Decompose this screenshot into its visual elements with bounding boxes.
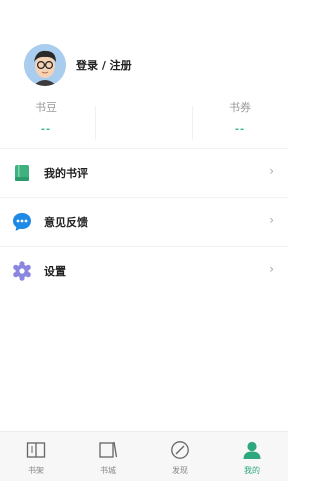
- bottom-tab-bar: 书架 书城 发现 我的: [0, 431, 288, 481]
- tab-bookstore[interactable]: 书城: [72, 432, 144, 481]
- compass-icon: [170, 440, 190, 460]
- chat-bubble-icon: [12, 212, 32, 232]
- book-icon: [12, 163, 32, 183]
- profile-header[interactable]: 登录 / 注册: [0, 36, 288, 94]
- tab-label: 书架: [28, 466, 44, 475]
- menu-item-label: 设置: [44, 265, 66, 278]
- avatar[interactable]: [24, 44, 66, 86]
- stat-book-beans[interactable]: 书豆 --: [6, 100, 86, 135]
- stat-label: 书券: [229, 101, 251, 114]
- chevron-right-icon: ›: [269, 213, 274, 227]
- gear-icon: [12, 261, 32, 281]
- tab-mine[interactable]: 我的: [216, 432, 288, 481]
- chevron-right-icon: ›: [269, 262, 274, 276]
- bookshelf-icon: [26, 440, 46, 460]
- menu-item-label: 我的书评: [44, 167, 88, 180]
- bookstore-icon: [98, 440, 118, 460]
- tab-discover[interactable]: 发现: [144, 432, 216, 481]
- user-icon: [242, 440, 262, 460]
- tab-bookshelf[interactable]: 书架: [0, 432, 72, 481]
- tab-label: 发现: [172, 466, 188, 475]
- stat-book-coupons[interactable]: 书券 --: [200, 100, 280, 135]
- stat-label: 书豆: [35, 101, 57, 114]
- menu-item-my-reviews[interactable]: 我的书评 ›: [0, 148, 288, 197]
- stat-value: --: [234, 124, 246, 135]
- stat-value: --: [40, 124, 52, 135]
- menu-item-feedback[interactable]: 意见反馈 ›: [0, 197, 288, 246]
- login-register-link[interactable]: 登录 / 注册: [76, 57, 132, 73]
- chevron-right-icon: ›: [269, 164, 274, 178]
- menu-item-settings[interactable]: 设置 ›: [0, 246, 288, 295]
- menu-list: 我的书评 › 意见反馈 › 设置 ›: [0, 148, 288, 295]
- stats-section: 书豆 -- 书券 --: [0, 100, 288, 146]
- divider: [95, 106, 96, 140]
- tab-label: 我的: [244, 466, 260, 475]
- menu-item-label: 意见反馈: [44, 216, 88, 229]
- tab-label: 书城: [100, 466, 116, 475]
- divider: [192, 106, 193, 140]
